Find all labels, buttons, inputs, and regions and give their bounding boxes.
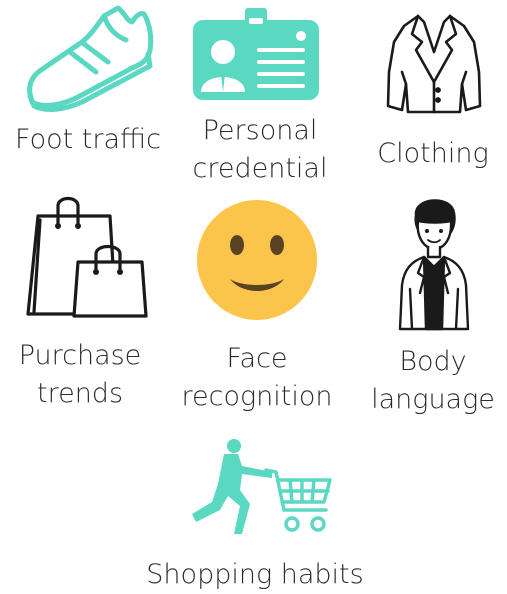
smiley-face-icon <box>197 200 317 320</box>
body-language-label: Body language <box>371 346 495 415</box>
shopping-bags-icon <box>26 196 148 318</box>
personal-credential-label: Personal credential <box>192 115 328 184</box>
clothing-label: Clothing <box>377 138 489 169</box>
purchase-trends-label: Purchase trends <box>18 340 142 409</box>
person-icon <box>398 199 470 331</box>
shopping-habits-label: Shopping habits <box>146 559 364 590</box>
id-badge-icon <box>193 8 319 100</box>
person-with-cart-icon <box>192 439 332 534</box>
jacket-icon <box>386 14 482 114</box>
face-recognition-label: Face recognition <box>181 343 333 412</box>
foot-traffic-label: Foot traffic <box>15 124 161 155</box>
sneaker-icon <box>27 5 154 112</box>
